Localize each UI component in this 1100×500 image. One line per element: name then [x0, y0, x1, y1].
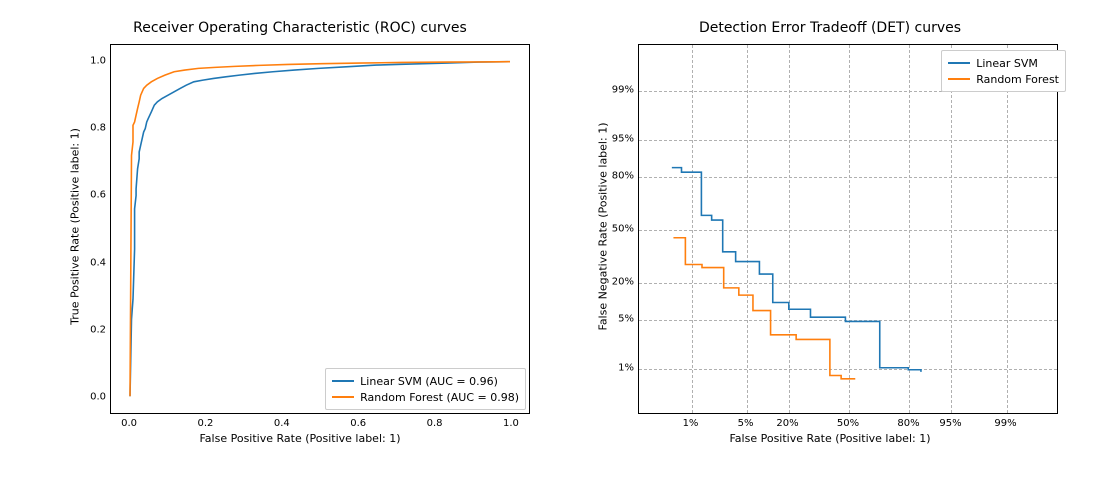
det-legend-rf-label: Random Forest: [976, 73, 1059, 86]
legend-swatch-svm: [948, 62, 970, 64]
roc-curve-rf: [130, 62, 510, 397]
roc-xtick-label: 1.0: [503, 418, 519, 429]
det-xtick-label: 80%: [897, 418, 919, 429]
roc-panel: Receiver Operating Characteristic (ROC) …: [60, 20, 540, 460]
roc-svg: [111, 45, 529, 413]
det-xtick-label: 20%: [776, 418, 798, 429]
det-panel: Detection Error Tradeoff (DET) curves 1%…: [580, 20, 1080, 460]
det-ylabel: False Negative Rate (Positive label: 1): [597, 42, 610, 412]
roc-curve-svm: [130, 62, 510, 397]
legend-swatch-rf: [332, 396, 354, 398]
roc-xtick-label: 0.2: [198, 418, 214, 429]
figure: Receiver Operating Characteristic (ROC) …: [0, 0, 1100, 500]
det-legend-rf: Random Forest: [948, 71, 1059, 87]
det-legend: Linear SVM Random Forest: [941, 50, 1066, 92]
roc-xtick-label: 0.6: [350, 418, 366, 429]
roc-legend-svm: Linear SVM (AUC = 0.96): [332, 373, 519, 389]
roc-ytick-label: 0.4: [80, 257, 106, 268]
roc-title: Receiver Operating Characteristic (ROC) …: [60, 20, 540, 36]
roc-ytick-label: 0.8: [80, 123, 106, 134]
det-legend-svm-label: Linear SVM: [976, 57, 1038, 70]
legend-swatch-svm: [332, 380, 354, 382]
roc-xtick-label: 0.8: [427, 418, 443, 429]
roc-legend-svm-label: Linear SVM (AUC = 0.96): [360, 375, 498, 388]
det-legend-svm: Linear SVM: [948, 55, 1059, 71]
det-xtick-label: 5%: [738, 418, 754, 429]
det-curve-rf: [673, 238, 855, 379]
roc-xlabel: False Positive Rate (Positive label: 1): [60, 432, 540, 445]
det-xtick-label: 95%: [939, 418, 961, 429]
roc-xtick-label: 0.0: [121, 418, 137, 429]
roc-ytick-label: 0.0: [80, 392, 106, 403]
roc-ytick-label: 1.0: [80, 55, 106, 66]
det-curve-svm: [672, 168, 921, 372]
det-xtick-label: 1%: [683, 418, 699, 429]
roc-xtick-label: 0.4: [274, 418, 290, 429]
det-plot-area: [638, 44, 1058, 414]
det-xtick-label: 50%: [837, 418, 859, 429]
roc-plot-area: [110, 44, 530, 414]
det-xlabel: False Positive Rate (Positive label: 1): [580, 432, 1080, 445]
roc-legend-rf-label: Random Forest (AUC = 0.98): [360, 391, 519, 404]
roc-ytick-label: 0.6: [80, 190, 106, 201]
roc-legend: Linear SVM (AUC = 0.96) Random Forest (A…: [325, 368, 526, 410]
det-svg: [639, 45, 1057, 413]
legend-swatch-rf: [948, 78, 970, 80]
det-title: Detection Error Tradeoff (DET) curves: [580, 20, 1080, 36]
roc-ylabel: True Positive Rate (Positive label: 1): [69, 42, 82, 412]
roc-legend-rf: Random Forest (AUC = 0.98): [332, 389, 519, 405]
det-xtick-label: 99%: [994, 418, 1016, 429]
roc-ytick-label: 0.2: [80, 324, 106, 335]
